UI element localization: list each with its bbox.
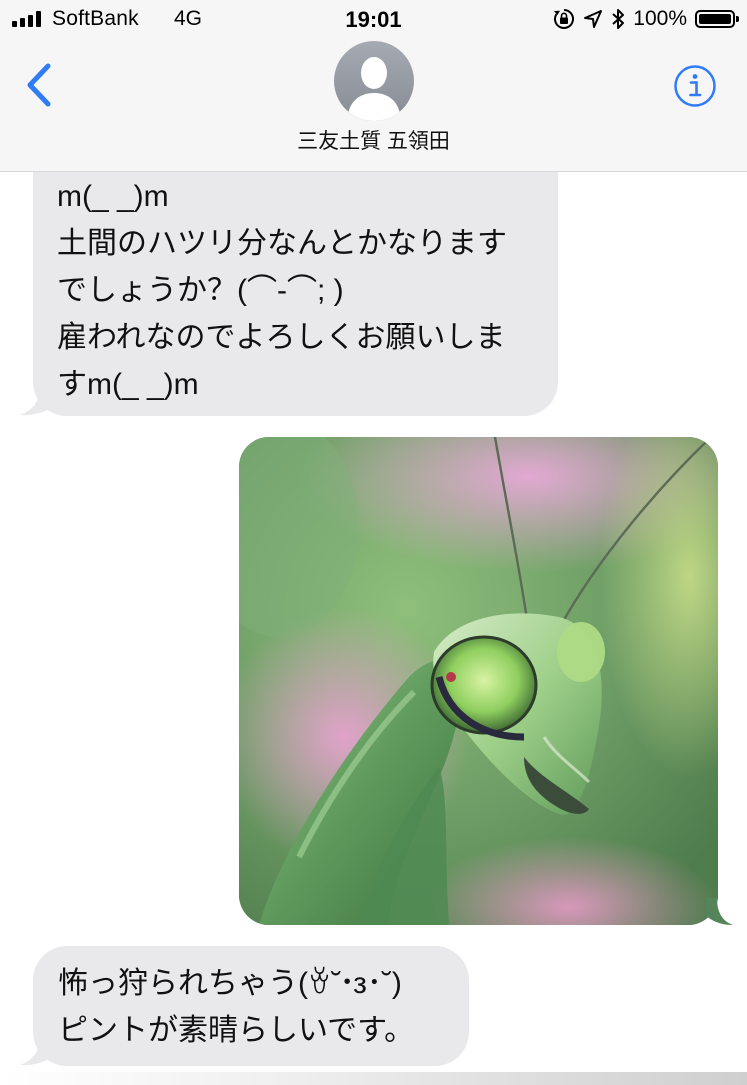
location-arrow-icon [584,10,603,28]
battery-level [699,14,731,24]
chevron-left-icon[interactable] [20,60,60,110]
message-line: ピントが素晴らしいです。 [58,1014,415,1047]
conversation-header: SoftBank 4G 19:01 100% 三友土質 五領田 [0,0,747,172]
message-line: すm(_ _)m [57,368,199,401]
bubble-tail [20,1036,54,1066]
status-indicators: 100% [553,6,739,32]
keyboard-area-edge [0,1072,747,1085]
bubble-tail [20,386,54,416]
message-line: 怖っ狩られちゃう(ꈊ˘･з･˘) [58,967,402,1000]
message-line: 土間のハツリ分なんとかなります [57,227,507,260]
contact-avatar[interactable] [334,41,414,121]
incoming-message-bubble[interactable]: 怖っ狩られちゃう(ꈊ˘･з･˘) ピントが素晴らしいです。 [20,946,469,1066]
message-line: m(_ _)m [57,180,169,213]
bluetooth-icon [612,9,625,29]
message-line: でしょうか？(⌒-⌒; ) [57,274,344,307]
status-bar: SoftBank 4G 19:01 100% [0,0,747,40]
praying-mantis-photo [239,437,718,925]
orientation-lock-icon [554,9,575,29]
contact-name[interactable]: 三友土質 五領田 [0,125,747,155]
info-icon[interactable] [673,64,717,108]
battery-icon [695,10,739,28]
person-silhouette-icon [347,57,401,121]
outgoing-photo-message[interactable] [239,437,718,925]
battery-percent: 100% [633,7,687,30]
message-line: 雇われなのでよろしくお願いしま [57,321,506,354]
outgoing-bubble-tail [706,898,733,925]
